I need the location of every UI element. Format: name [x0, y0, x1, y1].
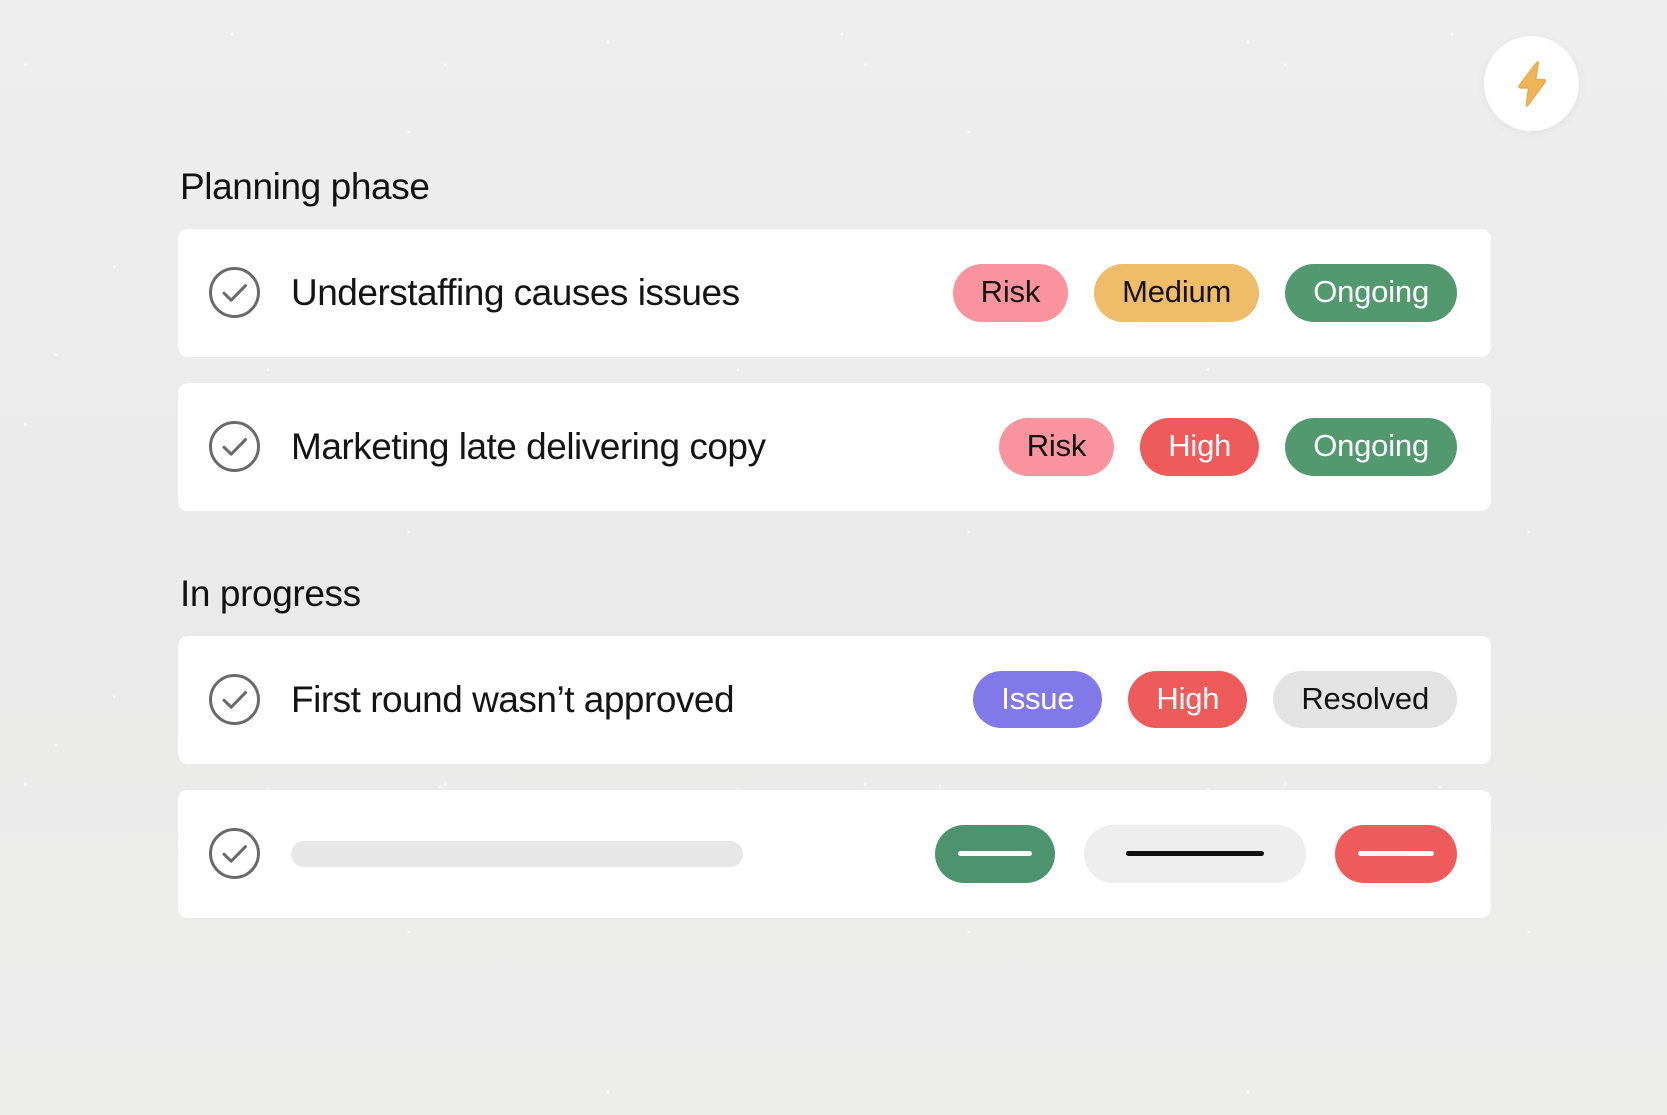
lightning-bolt-icon	[1512, 60, 1552, 108]
check-circle-icon[interactable]	[208, 827, 261, 880]
badge-placeholder-red[interactable]	[1335, 824, 1457, 883]
check-circle-icon[interactable]	[208, 266, 261, 319]
badge-type[interactable]: Issue	[973, 670, 1103, 729]
badge-risk[interactable]: Risk	[998, 418, 1115, 476]
task-title: Marketing late delivering copy	[291, 425, 766, 467]
badge-placeholder-line	[1126, 851, 1264, 857]
check-circle-icon[interactable]	[208, 673, 261, 726]
section-title: Planning phase	[180, 166, 430, 207]
lightning-action-button[interactable]	[1484, 36, 1579, 131]
badge-placeholder-line	[1358, 851, 1434, 857]
badge-risk[interactable]: Risk	[952, 264, 1069, 322]
check-circle-icon[interactable]	[208, 420, 261, 473]
badge-status[interactable]: Resolved	[1273, 670, 1457, 729]
app-canvas: Planning phase Understaffing causes issu…	[0, 0, 1667, 1115]
badge-priority[interactable]: High	[1128, 670, 1248, 729]
badge-status[interactable]: Ongoing	[1285, 264, 1457, 322]
task-row-placeholder[interactable]	[178, 789, 1491, 918]
badge-group-placeholder	[935, 824, 1457, 883]
section-title: In progress	[180, 572, 361, 614]
badge-placeholder-line	[958, 851, 1032, 857]
title-placeholder-bar	[291, 840, 743, 867]
badge-group: Issue High Resolved	[973, 670, 1457, 729]
section-in-progress: In progress First round wasn’t approved …	[178, 572, 1491, 918]
task-row[interactable]: Understaffing causes issues Risk Medium …	[178, 228, 1491, 357]
badge-group: Risk Medium Ongoing	[952, 264, 1457, 322]
badge-status[interactable]: Ongoing	[1285, 418, 1457, 476]
task-row[interactable]: Marketing late delivering copy Risk High…	[178, 382, 1491, 511]
badge-placeholder-neutral[interactable]	[1084, 824, 1306, 883]
task-title: First round wasn’t approved	[291, 678, 735, 720]
badge-priority[interactable]: High	[1140, 418, 1260, 476]
badge-placeholder-green[interactable]	[935, 824, 1055, 883]
task-row[interactable]: First round wasn’t approved Issue High R…	[178, 635, 1491, 764]
badge-priority[interactable]: Medium	[1094, 264, 1260, 322]
task-board: Planning phase Understaffing causes issu…	[178, 166, 1491, 918]
section-planning-phase: Planning phase Understaffing causes issu…	[178, 166, 1491, 511]
badge-group: Risk High Ongoing	[998, 418, 1457, 476]
task-title: Understaffing causes issues	[291, 271, 740, 313]
